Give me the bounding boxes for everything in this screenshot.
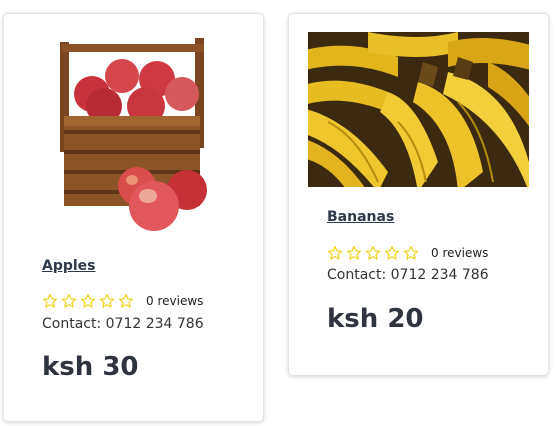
- star-outline-icon[interactable]: [118, 293, 134, 309]
- contact-text: Contact: 0712 234 786: [327, 267, 489, 283]
- product-name-link[interactable]: Apples: [42, 258, 96, 274]
- product-name-link[interactable]: Bananas: [327, 209, 394, 225]
- star-rating[interactable]: [42, 293, 137, 309]
- star-outline-icon[interactable]: [80, 293, 96, 309]
- star-outline-icon[interactable]: [99, 293, 115, 309]
- rating-row: 0 reviews: [42, 293, 203, 309]
- star-outline-icon[interactable]: [365, 245, 381, 261]
- price-text: ksh 30: [42, 352, 139, 382]
- banana-bunch-image[interactable]: [308, 32, 529, 187]
- star-outline-icon[interactable]: [403, 245, 419, 261]
- review-count: 0 reviews: [431, 246, 489, 260]
- review-count: 0 reviews: [146, 294, 204, 308]
- contact-text: Contact: 0712 234 786: [42, 316, 204, 332]
- star-outline-icon[interactable]: [346, 245, 362, 261]
- apple-basket-image[interactable]: [52, 34, 212, 234]
- price-text: ksh 20: [327, 304, 424, 334]
- star-rating[interactable]: [327, 245, 422, 261]
- star-outline-icon[interactable]: [327, 245, 343, 261]
- star-outline-icon[interactable]: [61, 293, 77, 309]
- product-card-apples: Apples 0 reviews Contact: 0712 234 786 k…: [3, 13, 264, 422]
- star-outline-icon[interactable]: [384, 245, 400, 261]
- star-outline-icon[interactable]: [42, 293, 58, 309]
- rating-row: 0 reviews: [327, 245, 488, 261]
- product-card-bananas: Bananas 0 reviews Contact: 0712 234 786 …: [288, 13, 549, 376]
